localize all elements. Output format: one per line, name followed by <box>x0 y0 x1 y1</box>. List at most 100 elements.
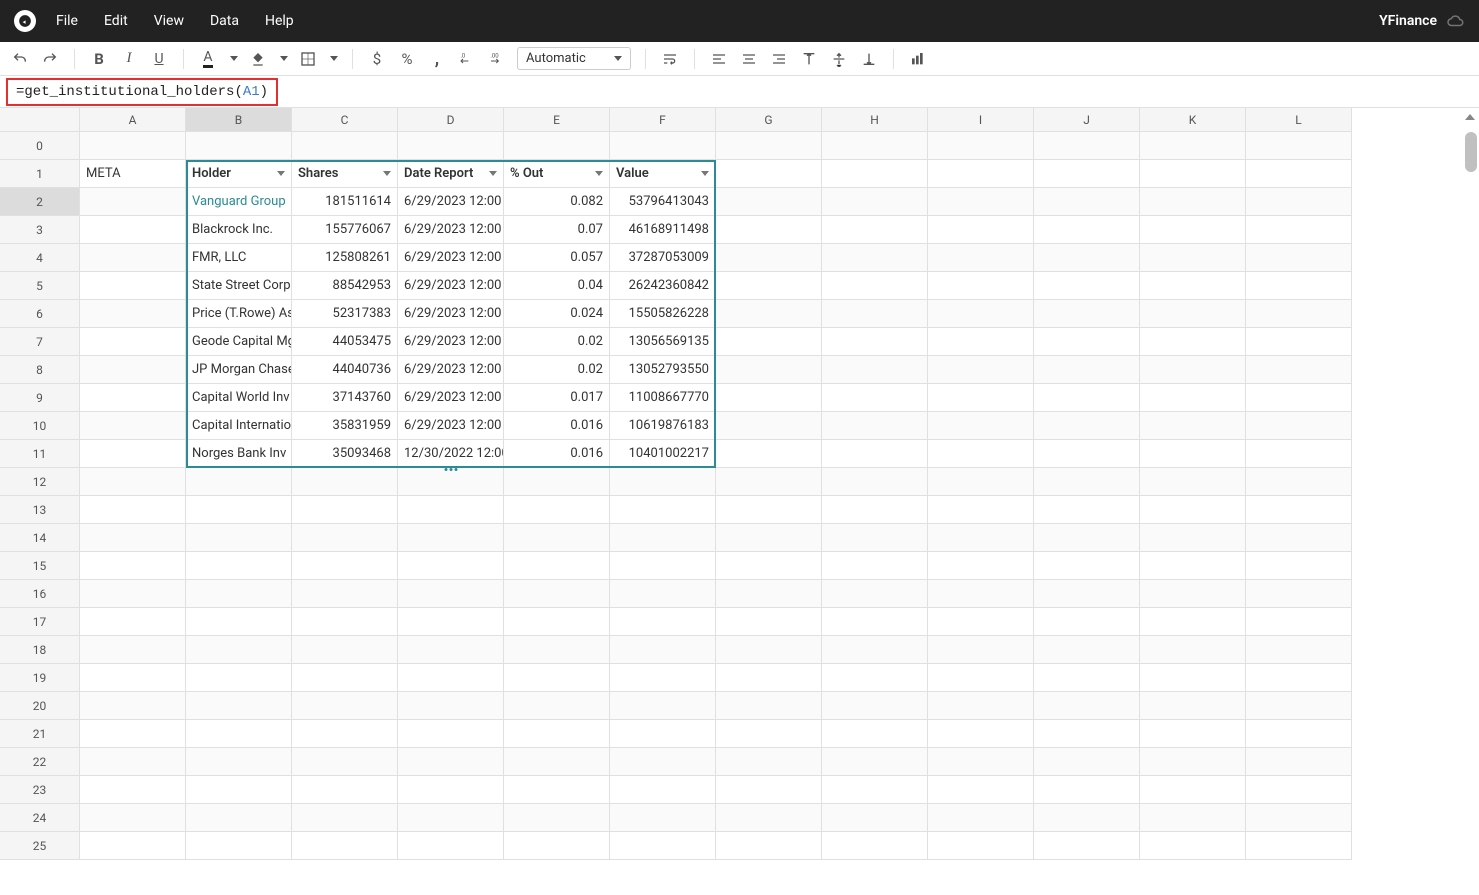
cell[interactable] <box>822 272 928 300</box>
cell[interactable] <box>504 608 610 636</box>
cell[interactable] <box>1246 496 1352 524</box>
cell[interactable] <box>822 552 928 580</box>
cell[interactable] <box>822 832 928 860</box>
menu-file[interactable]: File <box>56 13 78 29</box>
cell[interactable] <box>610 720 716 748</box>
cell[interactable] <box>822 496 928 524</box>
row-header[interactable]: 3 <box>0 216 80 244</box>
row-header[interactable]: 5 <box>0 272 80 300</box>
cell[interactable] <box>292 580 398 608</box>
cell[interactable]: 6/29/2023 12:00 <box>398 384 504 412</box>
cell[interactable] <box>186 552 292 580</box>
chevron-down-icon[interactable] <box>595 171 603 176</box>
cell[interactable] <box>292 776 398 804</box>
cell[interactable] <box>716 832 822 860</box>
cell[interactable] <box>1140 720 1246 748</box>
cell[interactable] <box>80 804 186 832</box>
cell[interactable]: 125808261 <box>292 244 398 272</box>
cell[interactable] <box>1140 832 1246 860</box>
cell[interactable] <box>292 720 398 748</box>
cell[interactable] <box>80 244 186 272</box>
cell[interactable] <box>504 468 610 496</box>
cell[interactable] <box>610 664 716 692</box>
cell[interactable] <box>928 216 1034 244</box>
cell[interactable] <box>1034 160 1140 188</box>
cell[interactable] <box>292 496 398 524</box>
cell[interactable] <box>398 524 504 552</box>
row-header[interactable]: 6 <box>0 300 80 328</box>
cell[interactable] <box>1034 216 1140 244</box>
cell[interactable]: 0.057 <box>504 244 610 272</box>
row-header[interactable]: 12 <box>0 468 80 496</box>
cell[interactable] <box>1034 664 1140 692</box>
menu-view[interactable]: View <box>154 13 184 29</box>
cell[interactable] <box>928 496 1034 524</box>
cell[interactable] <box>610 636 716 664</box>
cell[interactable] <box>398 636 504 664</box>
cell[interactable] <box>1246 524 1352 552</box>
align-middle-button[interactable] <box>829 49 849 69</box>
cell[interactable] <box>822 776 928 804</box>
cell[interactable] <box>292 608 398 636</box>
cell[interactable] <box>928 440 1034 468</box>
cell[interactable] <box>292 692 398 720</box>
cell[interactable] <box>822 468 928 496</box>
cell[interactable] <box>822 636 928 664</box>
cell[interactable]: Vanguard Group <box>186 188 292 216</box>
cell[interactable] <box>1140 440 1246 468</box>
cell[interactable] <box>716 300 822 328</box>
cell[interactable] <box>504 692 610 720</box>
cell[interactable] <box>716 272 822 300</box>
cell[interactable] <box>504 664 610 692</box>
cell[interactable]: 181511614 <box>292 188 398 216</box>
cell[interactable]: 0.082 <box>504 188 610 216</box>
cell[interactable] <box>1140 160 1246 188</box>
cell[interactable] <box>716 384 822 412</box>
italic-button[interactable]: I <box>119 49 139 69</box>
cell[interactable] <box>822 804 928 832</box>
cell[interactable]: 155776067 <box>292 216 398 244</box>
cell[interactable] <box>186 524 292 552</box>
cell[interactable] <box>1246 440 1352 468</box>
cell[interactable] <box>80 468 186 496</box>
cell[interactable] <box>822 692 928 720</box>
cell[interactable] <box>928 664 1034 692</box>
cell[interactable]: 26242360842 <box>610 272 716 300</box>
row-header[interactable]: 4 <box>0 244 80 272</box>
cell[interactable]: 37287053009 <box>610 244 716 272</box>
cell[interactable] <box>1034 552 1140 580</box>
cell[interactable] <box>716 496 822 524</box>
insert-chart-button[interactable] <box>908 49 928 69</box>
row-header[interactable]: 15 <box>0 552 80 580</box>
cell[interactable] <box>1034 776 1140 804</box>
cell[interactable] <box>822 412 928 440</box>
cell[interactable] <box>80 552 186 580</box>
cell[interactable] <box>822 608 928 636</box>
cell[interactable] <box>1140 580 1246 608</box>
cell[interactable]: 6/29/2023 12:00 <box>398 272 504 300</box>
column-header[interactable]: B <box>186 108 292 132</box>
cell[interactable] <box>928 748 1034 776</box>
cell[interactable] <box>928 608 1034 636</box>
cell[interactable]: 44040736 <box>292 356 398 384</box>
cell[interactable]: 37143760 <box>292 384 398 412</box>
cell[interactable] <box>1246 804 1352 832</box>
cell[interactable] <box>80 748 186 776</box>
cell[interactable] <box>928 832 1034 860</box>
percent-button[interactable]: % <box>397 49 417 69</box>
row-header[interactable]: 11 <box>0 440 80 468</box>
cell[interactable] <box>80 132 186 160</box>
cell[interactable] <box>928 412 1034 440</box>
comma-button[interactable]: , <box>427 49 447 69</box>
cell[interactable] <box>186 636 292 664</box>
cell[interactable] <box>1140 216 1246 244</box>
cell[interactable]: META <box>80 160 186 188</box>
cell[interactable]: Capital International <box>186 412 292 440</box>
cell[interactable] <box>1246 692 1352 720</box>
cell[interactable] <box>1034 692 1140 720</box>
cell[interactable] <box>186 692 292 720</box>
cell[interactable] <box>1246 552 1352 580</box>
cell[interactable] <box>80 608 186 636</box>
cell[interactable] <box>1140 244 1246 272</box>
cell[interactable]: 13052793550 <box>610 356 716 384</box>
